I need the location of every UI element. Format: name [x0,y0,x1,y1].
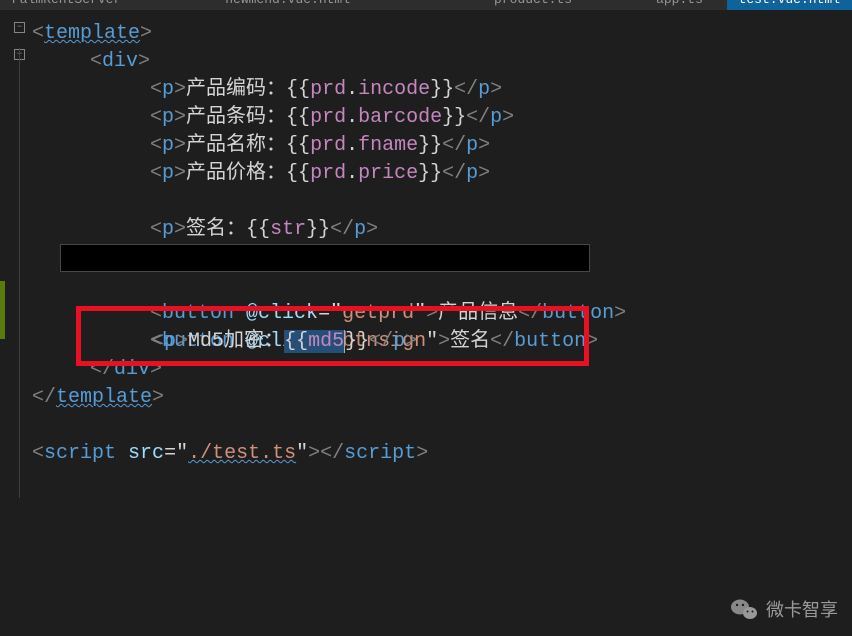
tab-newmend[interactable]: newmend.vue.html [213,0,362,10]
fold-icon[interactable]: − [14,22,25,33]
code-line[interactable]: <p>产品条码：{{prd.barcode}}</p> [30,104,852,132]
code-line[interactable]: <div> [30,48,852,76]
watermark-text: 微卡智享 [766,596,838,622]
tab-product[interactable]: product.ts [482,0,584,10]
code-line-current[interactable]: <p>Md5加密：{{md5}}</p> [30,244,852,272]
indent-guide [19,48,20,498]
tab-palmrentserver[interactable]: PalmRentServer [0,0,133,10]
code-line[interactable]: <script src="./test.ts"></script> [30,440,852,468]
code-line[interactable]: <p>签名：{{str}}</p> [30,216,852,244]
code-line[interactable]: <template> [30,20,852,48]
code-area: <template> <div> <p>产品编码：{{prd.incode}}<… [30,20,852,468]
watermark: 微卡智享 [730,596,838,622]
code-line[interactable]: <p>产品价格：{{prd.price}}</p> [30,160,852,188]
code-line-empty[interactable] [30,412,852,440]
tab-bar: PalmRentServer newmend.vue.html product.… [0,0,852,10]
gutter: − − [0,22,30,76]
tab-test-vue[interactable]: test.vue.html [727,0,852,10]
code-line[interactable]: <p>产品编码：{{prd.incode}}</p> [30,76,852,104]
tab-app[interactable]: app.ts [644,0,715,10]
code-line-empty[interactable] [30,188,852,216]
line-highlight [60,244,590,272]
code-editor[interactable]: − − <template> <div> <p>产品编码：{{prd.incod… [0,10,852,468]
wechat-icon [730,597,758,621]
code-line[interactable]: <p>产品名称：{{prd.fname}}</p> [30,132,852,160]
change-marker [0,281,5,339]
